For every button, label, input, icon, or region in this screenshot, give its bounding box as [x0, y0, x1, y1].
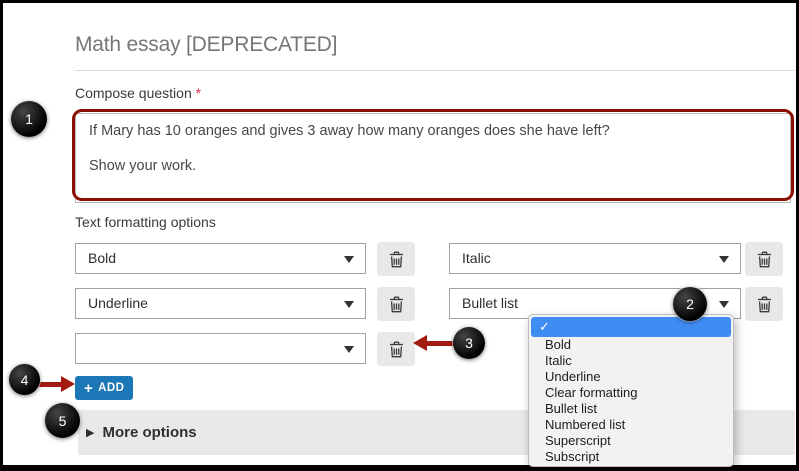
- format-select-5[interactable]: [75, 333, 366, 364]
- compose-question-textarea[interactable]: If Mary has 10 oranges and gives 3 away …: [75, 113, 791, 203]
- menu-item-bullet-list[interactable]: Bullet list: [529, 401, 733, 417]
- callout-badge-1: 1: [11, 101, 47, 137]
- menu-item-clear-formatting[interactable]: Clear formatting: [529, 385, 733, 401]
- menu-item-superscript[interactable]: Superscript: [529, 433, 733, 449]
- menu-item-bold[interactable]: Bold: [529, 337, 733, 353]
- format-select-2[interactable]: Italic: [449, 243, 741, 274]
- format-select-1[interactable]: Bold: [75, 243, 366, 274]
- page-title: Math essay [DEPRECATED]: [75, 33, 338, 56]
- trash-icon: [389, 296, 403, 312]
- question-text-line: Show your work.: [89, 158, 197, 174]
- menu-item-subscript[interactable]: Subscript: [529, 449, 733, 465]
- menu-item-selected[interactable]: ✓: [531, 317, 731, 337]
- chevron-down-icon: [719, 256, 729, 263]
- menu-item-numbered-list[interactable]: Numbered list: [529, 417, 733, 433]
- title-divider: [75, 70, 795, 71]
- annotation-arrow-4-shaft: [37, 382, 63, 387]
- trash-icon: [389, 341, 403, 357]
- callout-badge-4: 4: [9, 364, 40, 395]
- trash-icon: [389, 251, 403, 267]
- trash-icon: [757, 296, 771, 312]
- disclosure-triangle-icon: ▶: [86, 427, 95, 439]
- text-formatting-options-label: Text formatting options: [75, 214, 216, 230]
- question-text-line: If Mary has 10 oranges and gives 3 away …: [89, 123, 610, 139]
- annotation-arrow-4-head: [61, 376, 75, 392]
- chevron-down-icon: [344, 256, 354, 263]
- callout-badge-3: 3: [453, 327, 485, 359]
- delete-format-1-button[interactable]: [377, 242, 415, 276]
- annotation-arrow-3-shaft: [425, 341, 456, 346]
- delete-format-5-button[interactable]: [377, 332, 415, 366]
- delete-format-3-button[interactable]: [377, 287, 415, 321]
- screenshot-frame: Math essay [DEPRECATED] Compose question…: [0, 0, 799, 471]
- trash-icon: [757, 251, 771, 267]
- chevron-down-icon: [344, 346, 354, 353]
- checkmark-icon: ✓: [539, 319, 550, 334]
- open-dropdown-menu: ✓ Bold Italic Underline Clear formatting…: [528, 314, 734, 467]
- compose-question-label: Compose question *: [75, 85, 202, 101]
- required-asterisk: *: [195, 85, 202, 101]
- callout-badge-5: 5: [45, 403, 80, 438]
- plus-icon: +: [84, 379, 94, 397]
- menu-item-italic[interactable]: Italic: [529, 353, 733, 369]
- chevron-down-icon: [719, 301, 729, 308]
- delete-format-4-button[interactable]: [745, 287, 783, 321]
- delete-format-2-button[interactable]: [745, 242, 783, 276]
- page-background: Math essay [DEPRECATED] Compose question…: [3, 3, 796, 467]
- menu-item-underline[interactable]: Underline: [529, 369, 733, 385]
- chevron-down-icon: [344, 301, 354, 308]
- callout-badge-2: 2: [673, 287, 707, 321]
- format-select-3[interactable]: Underline: [75, 288, 366, 319]
- add-button[interactable]: + ADD: [75, 376, 134, 400]
